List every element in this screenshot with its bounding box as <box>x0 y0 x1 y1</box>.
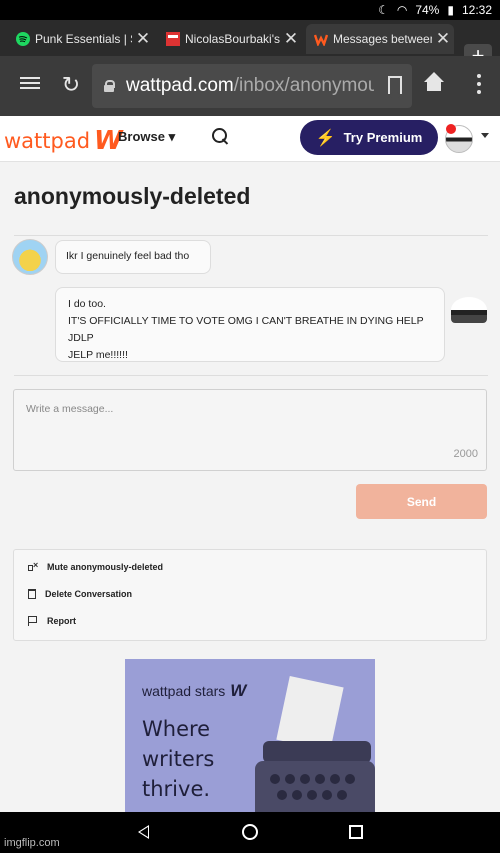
send-button[interactable]: Send <box>356 484 487 519</box>
flag-icon <box>28 616 38 626</box>
message-text: Ikr I genuinely feel bad tho <box>66 250 190 262</box>
home-icon[interactable] <box>422 72 446 98</box>
wattpad-icon <box>314 34 328 46</box>
mute-icon <box>28 560 38 572</box>
action-label: Delete Conversation <box>45 589 133 599</box>
hamburger-menu-icon[interactable] <box>18 74 42 98</box>
tab-title: Messages between <box>333 32 432 46</box>
battery-percent: 74% <box>415 3 440 17</box>
message-placeholder: Write a message... <box>26 403 114 415</box>
close-tab-icon[interactable]: ✕ <box>432 29 454 49</box>
browse-menu[interactable]: Browse ▾ <box>118 129 175 145</box>
tab-strip: Punk Essentials | S ✕ NicolasBourbaki's … <box>0 20 500 70</box>
ad-brand: wattpad stars W <box>142 681 246 701</box>
watermark: imgflip.com <box>4 837 60 849</box>
message-input[interactable]: Write a message... 2000 <box>13 389 487 471</box>
close-tab-icon[interactable]: ✕ <box>132 29 154 49</box>
message-bubble: I do too. IT'S OFFICIALLY TIME TO VOTE O… <box>55 287 445 362</box>
conversation-actions: Mute anonymously-deleted Delete Conversa… <box>13 549 487 641</box>
caret-down-icon: ▾ <box>168 129 176 144</box>
report-action[interactable]: Report <box>28 616 76 626</box>
message-line: JELP me!!!!!! <box>68 349 128 361</box>
sender-avatar[interactable] <box>12 239 48 275</box>
action-label: Mute anonymously-deleted <box>47 562 164 572</box>
web-page: wattpad W Browse ▾ ⚡ Try Premium anonymo… <box>0 116 500 812</box>
bookmark-icon[interactable] <box>388 76 402 94</box>
notification-dot <box>446 124 456 134</box>
tab-title: Punk Essentials | S <box>35 32 132 46</box>
ad-headline: Where writers thrive. <box>142 714 252 804</box>
user-avatar[interactable] <box>445 124 473 153</box>
url-host: wattpad.com <box>126 75 234 96</box>
logo-text: wattpad <box>4 129 91 153</box>
tab-punk-essentials[interactable]: Punk Essentials | S ✕ <box>8 24 154 54</box>
android-nav-bar <box>0 812 500 853</box>
lock-icon <box>104 80 115 92</box>
url-path: /inbox/anonymou <box>233 75 374 96</box>
spotify-icon <box>16 32 30 46</box>
ad-headline-line: Where <box>142 717 211 741</box>
wattpad-header: wattpad W Browse ▾ ⚡ Try Premium <box>0 116 500 162</box>
overflow-menu-icon[interactable] <box>476 74 482 98</box>
wattpad-logo[interactable]: wattpad W <box>4 126 123 156</box>
message-bubble: Ikr I genuinely feel bad tho <box>55 240 211 274</box>
wattpad-stars-ad[interactable]: wattpad stars W Where writers thrive. <box>125 659 375 812</box>
ad-brand-text: wattpad stars <box>142 683 226 699</box>
browse-label: Browse <box>118 129 165 144</box>
message-line: I do too. <box>68 298 106 310</box>
mute-action[interactable]: Mute anonymously-deleted <box>28 560 164 572</box>
divider <box>14 375 488 376</box>
chevron-down-icon[interactable] <box>481 133 489 138</box>
tab-title: NicolasBourbaki's <box>185 32 280 46</box>
try-premium-button[interactable]: ⚡ Try Premium <box>300 120 438 155</box>
character-count: 2000 <box>453 448 478 460</box>
recent-apps-icon[interactable] <box>349 825 363 839</box>
divider <box>14 235 488 236</box>
status-bar: ☾ ◠ 74% ▮ 12:32 <box>0 0 500 20</box>
wifi-icon: ◠ <box>396 3 408 17</box>
conversation-title: anonymously-deleted <box>14 183 251 209</box>
search-icon[interactable] <box>212 128 230 146</box>
back-icon[interactable] <box>138 825 149 839</box>
address-toolbar: ↻ wattpad.com/inbox/anonymou <box>0 56 500 116</box>
typewriter-illustration <box>255 676 375 812</box>
own-avatar[interactable] <box>451 297 487 323</box>
message-line: IT'S OFFICIALLY TIME TO VOTE OMG I CAN'T… <box>68 315 424 344</box>
action-label: Report <box>47 616 76 626</box>
close-tab-icon[interactable]: ✕ <box>280 29 302 49</box>
reload-icon[interactable]: ↻ <box>58 72 84 98</box>
address-bar[interactable]: wattpad.com/inbox/anonymou <box>92 64 412 108</box>
premium-label: Try Premium <box>343 130 423 145</box>
delete-conversation-action[interactable]: Delete Conversation <box>28 589 132 599</box>
home-circle-icon[interactable] <box>242 824 258 840</box>
moon-icon: ☾ <box>378 3 389 17</box>
ad-headline-line: writers <box>142 747 215 771</box>
url-text[interactable]: wattpad.com/inbox/anonymou <box>126 75 374 97</box>
battery-icon: ▮ <box>447 3 454 17</box>
tab-nicolasbourbaki[interactable]: NicolasBourbaki's ✕ <box>158 24 302 54</box>
ad-headline-line: thrive. <box>142 777 211 801</box>
lightning-icon: ⚡ <box>315 129 336 147</box>
clock: 12:32 <box>461 3 492 17</box>
ad-brand-mark: W <box>230 681 246 700</box>
tab-messages-between[interactable]: Messages between ✕ <box>306 24 454 54</box>
trash-icon <box>28 589 36 599</box>
logo-mark: W <box>94 126 123 156</box>
tumblr-icon <box>166 32 180 46</box>
